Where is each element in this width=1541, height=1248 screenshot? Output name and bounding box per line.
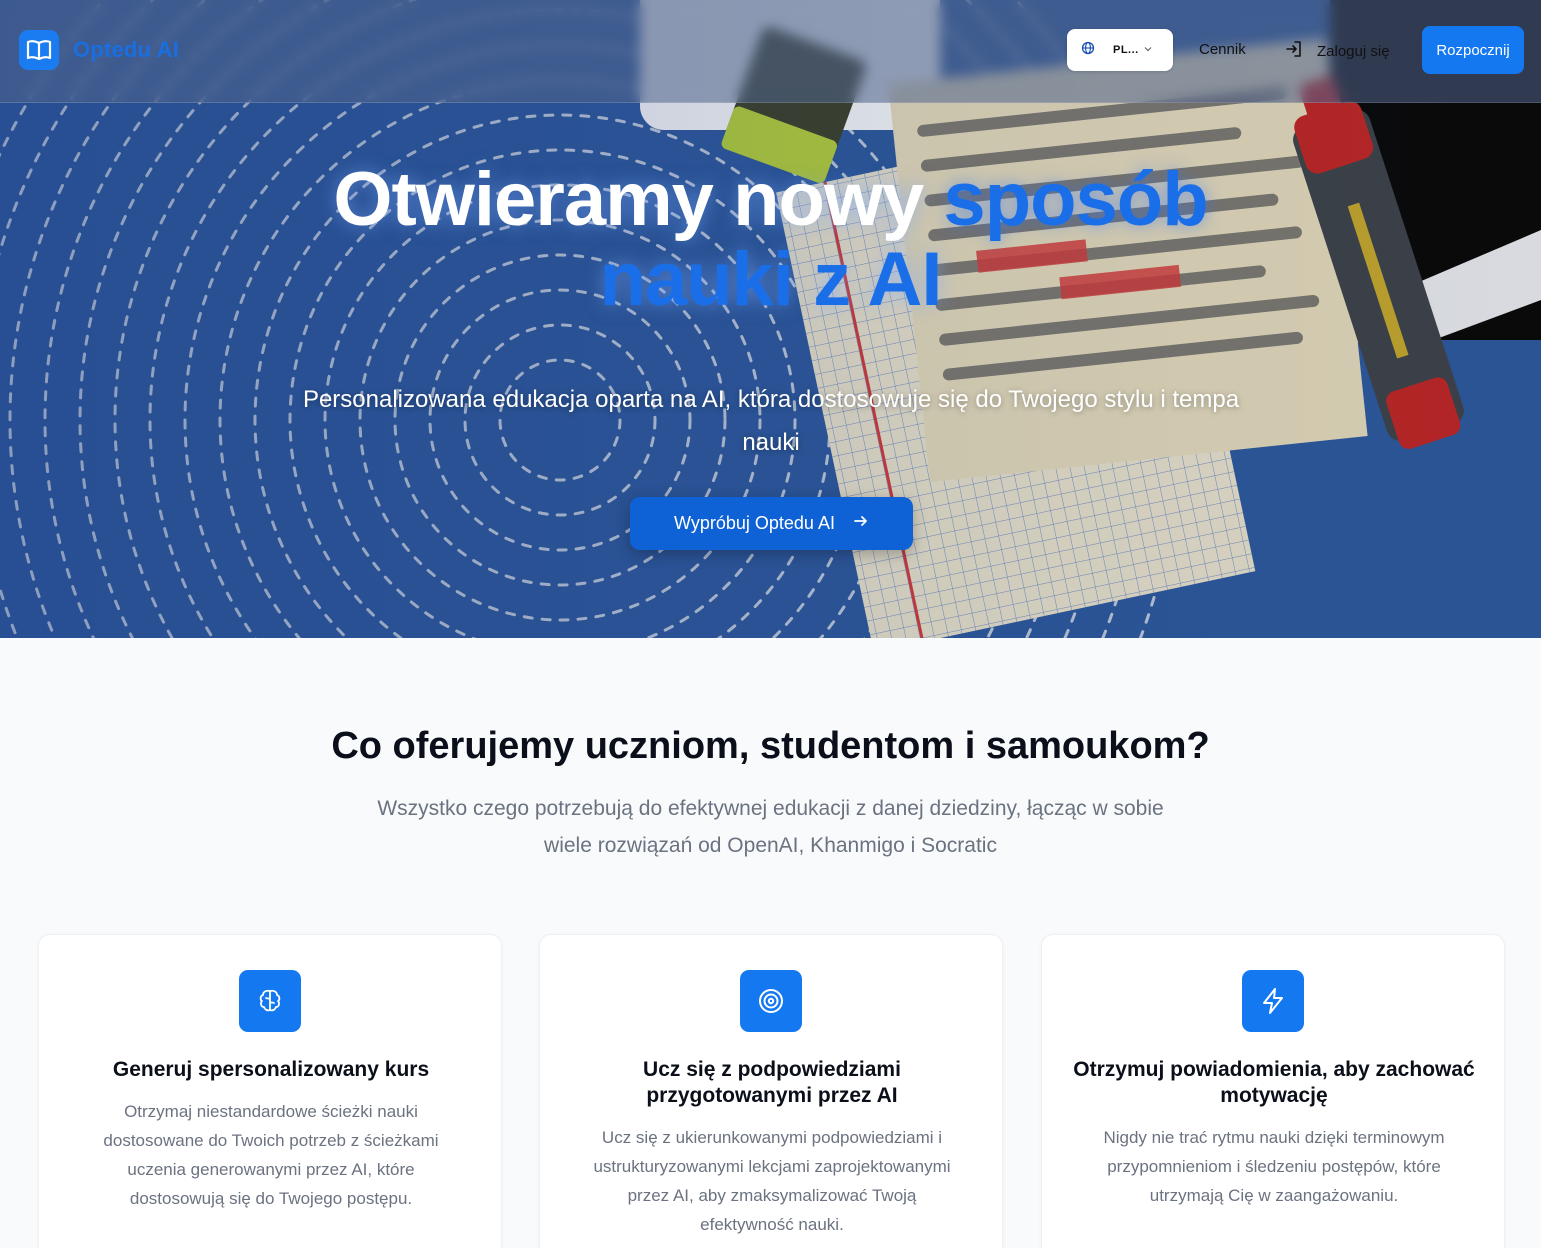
feature-card-course: Generuj spersonalizowany kurs Otrzymaj n… (38, 934, 502, 1248)
log-in-icon (1285, 40, 1303, 62)
feature-title: Generuj spersonalizowany kurs (112, 1058, 430, 1081)
language-value: PL... (1113, 44, 1139, 56)
brain-icon (239, 970, 301, 1032)
arrow-right-icon (853, 513, 869, 534)
start-button[interactable]: Rozpocznij (1422, 26, 1524, 74)
open-book-icon (19, 30, 59, 70)
feature-description: Ucz się z ukierunkowanymi podpowiedziami… (593, 1128, 951, 1234)
globe-icon (1081, 41, 1095, 60)
try-optedu-label: Wypróbuj Optedu AI (674, 513, 835, 533)
feature-title: Otrzymuj powiadomienia, aby zachować mot… (1073, 1058, 1475, 1107)
hero-title-main: Otwieramy nowy (333, 157, 944, 242)
hero-title-line2: nauki z AI (599, 237, 943, 322)
nav-pricing-link[interactable]: Cennik (1199, 41, 1246, 58)
hero-title-accent: sposób (943, 157, 1208, 242)
brand-logo[interactable]: Optedu AI (19, 30, 179, 70)
hero-title: Otwieramy nowy sposób nauki z AI (0, 160, 1541, 320)
feature-title: Ucz się z podpowiedziami przygotowanymi … (643, 1058, 901, 1107)
chevron-down-icon (1143, 41, 1153, 59)
login-label: Zaloguj się (1317, 42, 1390, 60)
features-subtitle: Wszystko czego potrzebują do efektywnej … (377, 797, 1164, 857)
feature-description: Otrzymaj niestandardowe ścieżki nauki do… (103, 1102, 439, 1208)
target-icon (740, 970, 802, 1032)
try-optedu-button[interactable]: Wypróbuj Optedu AI (630, 497, 913, 550)
hero-subtitle: Personalizowana edukacja oparta na AI, k… (302, 386, 1240, 456)
lightning-icon (1242, 970, 1304, 1032)
brand-name: Optedu AI (73, 37, 180, 62)
top-navbar: Optedu AI PL... Cennik Zaloguj się Rozpo… (0, 0, 1541, 103)
features-title: Co oferujemy uczniom, studentom i samouk… (331, 725, 1210, 767)
feature-description: Nigdy nie trać rytmu nauki dzięki termin… (1103, 1128, 1445, 1205)
language-selector[interactable]: PL... (1067, 29, 1173, 71)
feature-card-hints: Ucz się z podpowiedziami przygotowanymi … (539, 934, 1003, 1248)
feature-card-notifications: Otrzymuj powiadomienia, aby zachować mot… (1041, 934, 1505, 1248)
login-link[interactable]: Zaloguj się (1285, 40, 1390, 62)
